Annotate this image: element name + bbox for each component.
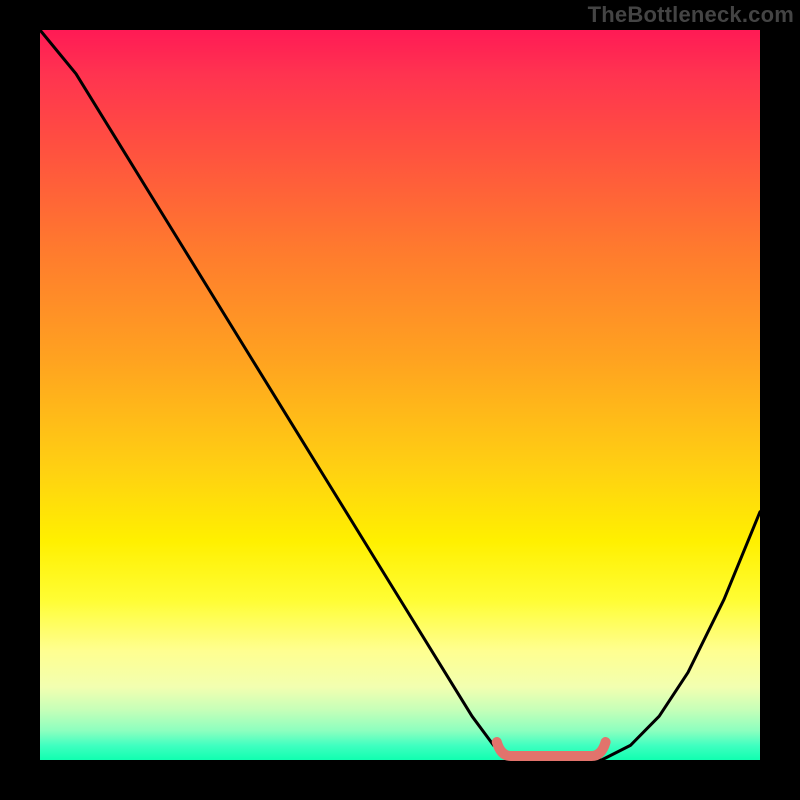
watermark-text: TheBottleneck.com [588,2,794,28]
bottleneck-curve [40,30,760,760]
optimal-flat-region [497,742,606,756]
chart-container: TheBottleneck.com [0,0,800,800]
plot-frame [40,30,760,760]
curve-layer [40,30,760,760]
